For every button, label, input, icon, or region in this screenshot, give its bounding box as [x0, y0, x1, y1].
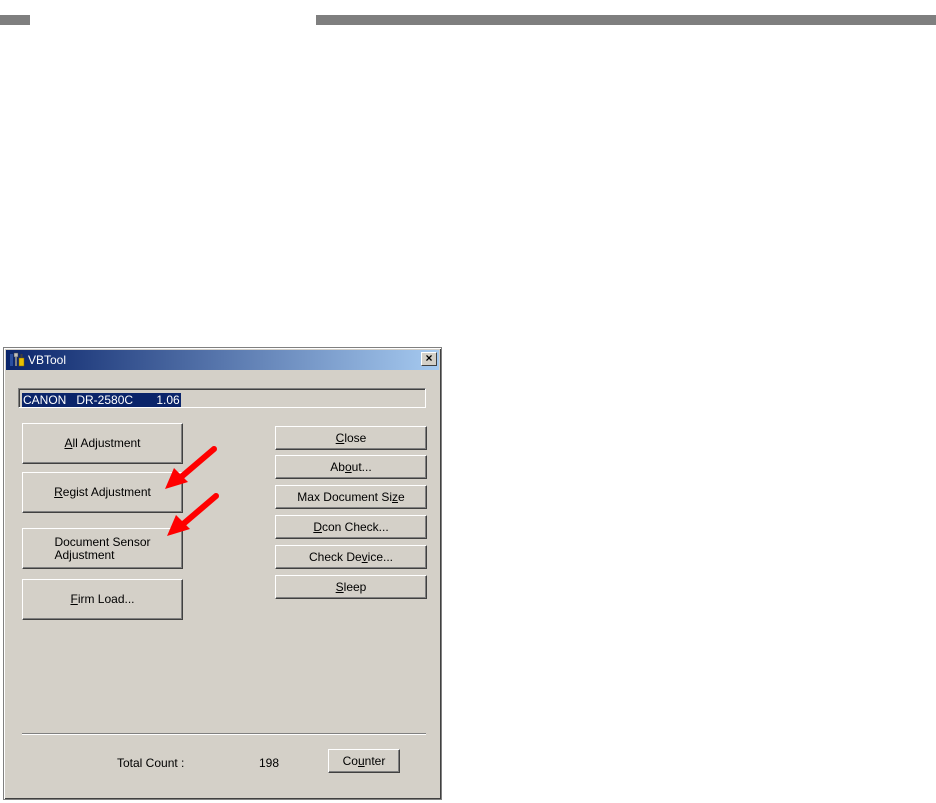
red-arrow-icon — [167, 493, 219, 536]
total-count-value: 198 — [259, 756, 280, 770]
button-label-post: ut... — [351, 459, 372, 474]
button-label-post: ice... — [367, 549, 394, 564]
document-sensor-adjustment-button[interactable]: Document Sensor Adjustment — [22, 528, 183, 569]
button-label-pre: Check De — [308, 549, 362, 564]
button-label-post: e — [398, 489, 405, 504]
button-label-accel: C — [335, 430, 345, 445]
dcon-check-button[interactable]: Dcon Check... — [275, 515, 427, 539]
footer-separator — [22, 733, 426, 735]
device-info-text: CANON DR-2580C 1.06 — [22, 393, 181, 407]
button-label-post: irm Load... — [77, 592, 135, 606]
window-title: VBTool — [28, 353, 67, 367]
button-label-post: egist Adjustment — [62, 485, 151, 499]
button-label-line2: Adjustment — [54, 547, 115, 562]
button-label-post: ll Adjustment — [72, 436, 141, 450]
button-label-post: con Check... — [321, 519, 389, 534]
button-label-accel: A — [64, 436, 73, 450]
button-label-line1: Document Sensor — [54, 534, 151, 549]
button-label-accel: D — [313, 519, 322, 534]
counter-button[interactable]: Co u nter — [328, 749, 400, 773]
button-label-accel: R — [54, 485, 63, 499]
header-rule-right — [316, 15, 936, 25]
tools-icon — [10, 352, 25, 367]
about-button[interactable]: Ab o ut... — [275, 455, 427, 479]
device-info-field[interactable]: CANON DR-2580C 1.06 — [18, 388, 426, 408]
window-close-button[interactable]: × — [421, 352, 437, 366]
max-document-size-button[interactable]: Max Document Si z e — [275, 485, 427, 509]
button-label-post: lose — [344, 430, 367, 445]
all-adjustment-button[interactable]: All Adjustment — [22, 423, 183, 464]
title-bar[interactable]: VBTool × — [6, 350, 439, 370]
close-icon: × — [425, 351, 433, 365]
button-label-accel: F — [70, 592, 78, 606]
button-label-accel: S — [335, 579, 344, 594]
button-label-pre: Co — [342, 753, 358, 768]
vbtool-window: VBTool × CANON DR-2580C 1.06 All Adjustm… — [3, 347, 442, 800]
button-label-pre: Ab — [330, 459, 345, 474]
header-rule-left — [0, 15, 30, 25]
button-label-post: leep — [343, 579, 367, 594]
button-label-accel: o — [344, 459, 352, 474]
button-label-post: nter — [364, 753, 386, 768]
total-count-label: Total Count : — [117, 756, 185, 770]
button-label-pre: Max Document Si — [297, 489, 392, 504]
regist-adjustment-button[interactable]: Regist Adjustment — [22, 472, 183, 513]
button-label-accel: u — [357, 753, 365, 768]
red-arrow-icon — [165, 446, 217, 489]
sleep-button[interactable]: Sleep — [275, 575, 427, 599]
button-label-multiline: Document Sensor Adjustment — [54, 534, 151, 562]
close-button[interactable]: Close — [275, 426, 427, 450]
check-device-button[interactable]: Check De v ice... — [275, 545, 427, 569]
firm-load-button[interactable]: Firm Load... — [22, 579, 183, 620]
